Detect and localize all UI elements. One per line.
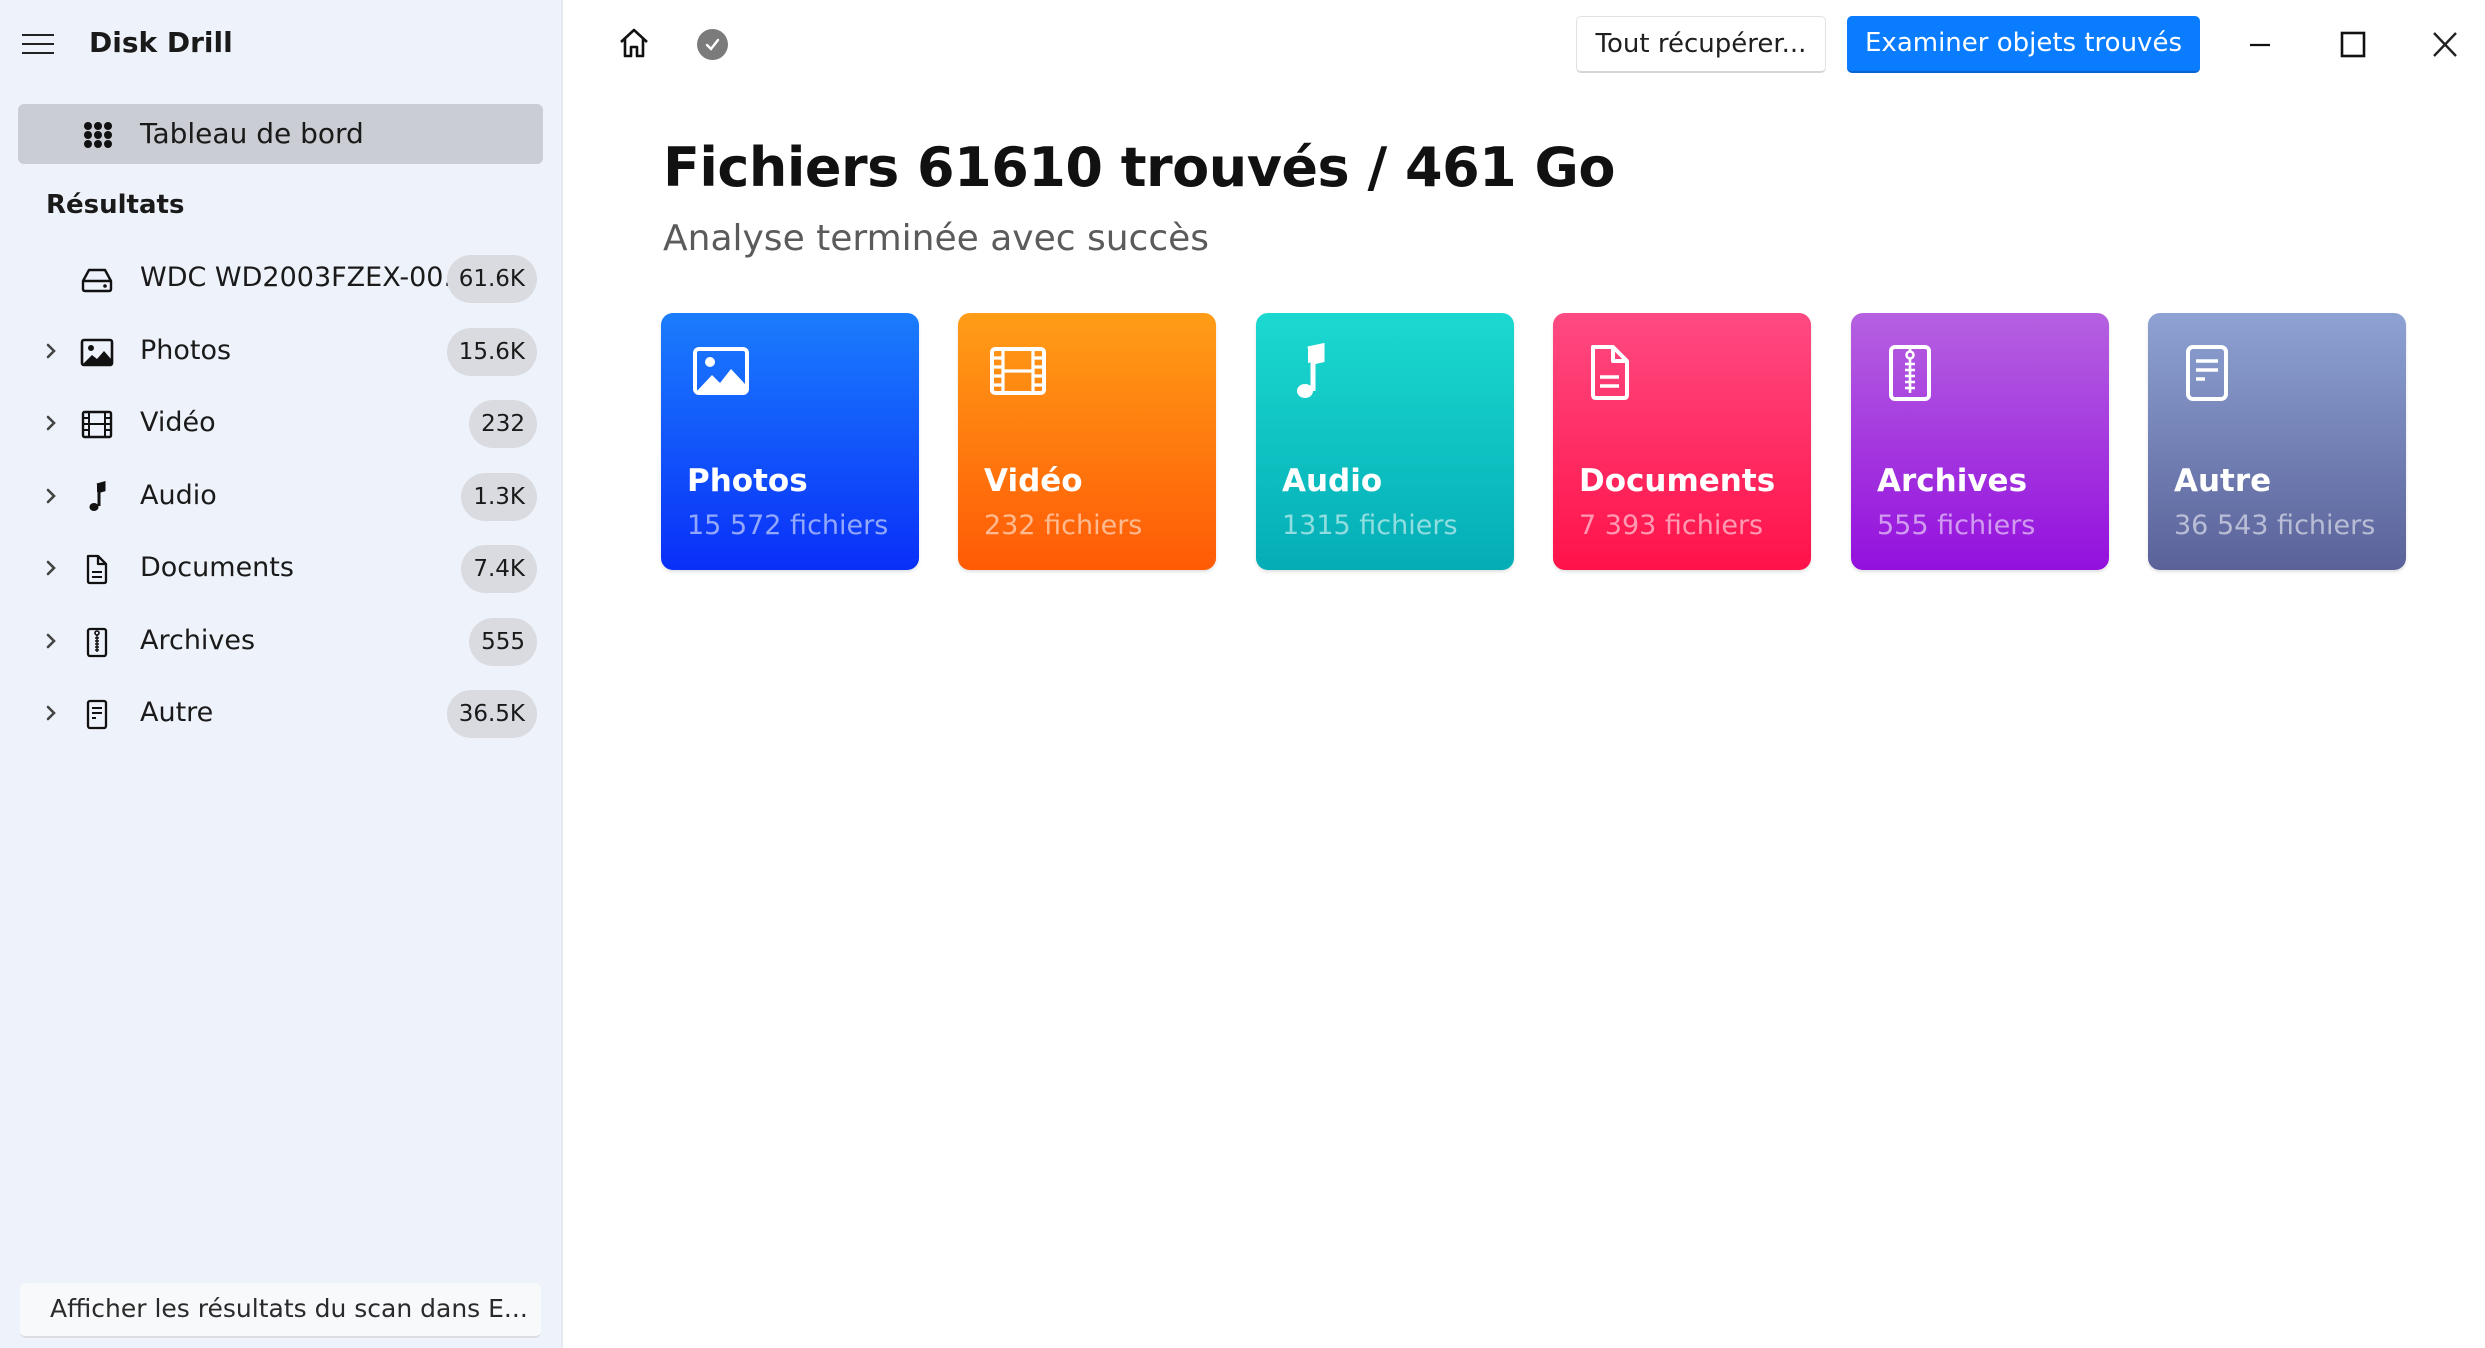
count-badge: 232 — [469, 400, 537, 448]
status-check-icon — [697, 29, 728, 60]
minimize-icon[interactable] — [2240, 30, 2280, 60]
sidebar-item-archives[interactable]: Archives 555 — [0, 610, 563, 674]
sidebar-item-label: Photos — [140, 335, 232, 366]
sidebar-item-label: Tableau de bord — [140, 117, 364, 150]
category-card-documents[interactable]: Documents 7 393 fichiers — [1553, 313, 1811, 570]
card-count: 232 fichiers — [984, 510, 1143, 541]
hamburger-icon — [22, 34, 54, 36]
music-note-icon — [89, 481, 106, 511]
count-badge: 61.6K — [446, 255, 537, 303]
count-badge: 15.6K — [446, 328, 537, 376]
chevron-right-icon[interactable] — [38, 410, 64, 436]
card-count: 555 fichiers — [1877, 510, 2036, 541]
home-icon[interactable] — [617, 26, 651, 60]
review-found-items-button[interactable]: Examiner objets trouvés — [1847, 16, 2200, 73]
archive-zip-icon — [86, 627, 108, 658]
sidebar: Disk Drill Tableau de bord Résultats WDC… — [0, 0, 563, 1348]
card-title: Vidéo — [984, 463, 1083, 499]
hard-drive-icon — [81, 268, 113, 293]
sidebar-item-documents[interactable]: Documents 7.4K — [0, 537, 563, 601]
sidebar-item-audio[interactable]: Audio 1.3K — [0, 465, 563, 529]
app-title: Disk Drill — [89, 26, 233, 59]
sidebar-item-drive[interactable]: WDC WD2003FZEX-00... 61.6K — [0, 247, 563, 311]
grid-icon — [84, 122, 112, 148]
page-subtitle: Analyse terminée avec succès — [663, 218, 1210, 259]
hamburger-line — [22, 52, 54, 54]
sidebar-item-label: WDC WD2003FZEX-00... — [140, 262, 470, 293]
card-count: 36 543 fichiers — [2174, 510, 2376, 541]
page-title: Fichiers 61610 trouvés / 461 Go — [663, 136, 1615, 199]
recover-all-button[interactable]: Tout récupérer... — [1576, 16, 1826, 73]
card-title: Documents — [1579, 463, 1776, 499]
maximize-icon[interactable] — [2332, 28, 2372, 62]
results-section-label: Résultats — [46, 190, 185, 220]
image-icon — [80, 338, 114, 367]
sidebar-item-label: Autre — [140, 697, 214, 728]
category-card-other[interactable]: Autre 36 543 fichiers — [2148, 313, 2406, 570]
sidebar-item-label: Documents — [140, 552, 294, 583]
check-icon — [705, 38, 720, 51]
category-card-audio[interactable]: Audio 1315 fichiers — [1256, 313, 1514, 570]
chevron-right-icon[interactable] — [38, 555, 64, 581]
sidebar-item-label: Audio — [140, 480, 217, 511]
card-count: 7 393 fichiers — [1579, 510, 1764, 541]
sidebar-item-photos[interactable]: Photos 15.6K — [0, 320, 563, 384]
show-scan-results-button[interactable]: Afficher les résultats du scan dans E... — [20, 1283, 541, 1338]
category-card-video[interactable]: Vidéo 232 fichiers — [958, 313, 1216, 570]
card-count: 15 572 fichiers — [687, 510, 889, 541]
sidebar-item-dashboard[interactable]: Tableau de bord — [18, 104, 543, 164]
sidebar-item-video[interactable]: Vidéo 232 — [0, 392, 563, 456]
archive-zip-icon — [1889, 345, 1931, 401]
sidebar-item-label: Vidéo — [140, 407, 216, 438]
sidebar-item-other[interactable]: Autre 36.5K — [0, 682, 563, 746]
chevron-right-icon[interactable] — [38, 338, 64, 364]
close-icon[interactable] — [2425, 28, 2465, 62]
card-count: 1315 fichiers — [1282, 510, 1458, 541]
count-badge: 36.5K — [446, 690, 537, 738]
card-title: Autre — [2174, 463, 2272, 499]
music-note-icon — [1297, 343, 1325, 398]
other-file-icon — [2186, 345, 2228, 401]
card-title: Archives — [1877, 463, 2028, 499]
count-badge: 7.4K — [461, 545, 537, 593]
chevron-right-icon[interactable] — [38, 700, 64, 726]
chevron-right-icon[interactable] — [38, 628, 64, 654]
hamburger-menu-button[interactable] — [22, 30, 56, 58]
other-file-icon — [86, 699, 108, 730]
sidebar-item-label: Archives — [140, 625, 256, 656]
count-badge: 555 — [469, 618, 537, 666]
hamburger-line — [22, 43, 54, 45]
film-icon — [81, 410, 113, 439]
card-title: Photos — [687, 463, 808, 499]
film-icon — [990, 347, 1046, 395]
card-title: Audio — [1282, 463, 1383, 499]
category-card-photos[interactable]: Photos 15 572 fichiers — [661, 313, 919, 570]
document-icon — [1591, 345, 1629, 400]
count-badge: 1.3K — [461, 473, 537, 521]
category-card-archives[interactable]: Archives 555 fichiers — [1851, 313, 2109, 570]
chevron-right-icon[interactable] — [38, 483, 64, 509]
document-icon — [86, 554, 108, 585]
image-icon — [693, 347, 749, 395]
